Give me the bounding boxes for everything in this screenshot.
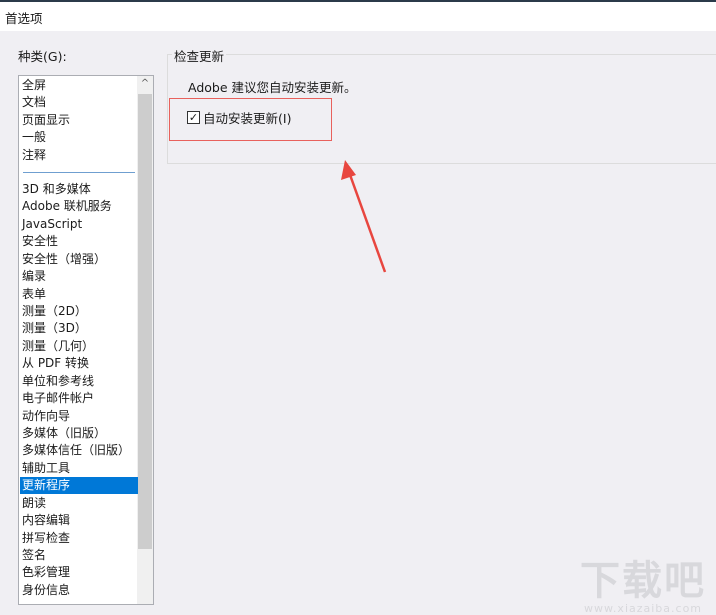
annotation-arrow-icon [341, 160, 387, 273]
watermark-logo: 下载吧 www.xiazaiba.com [580, 558, 706, 615]
